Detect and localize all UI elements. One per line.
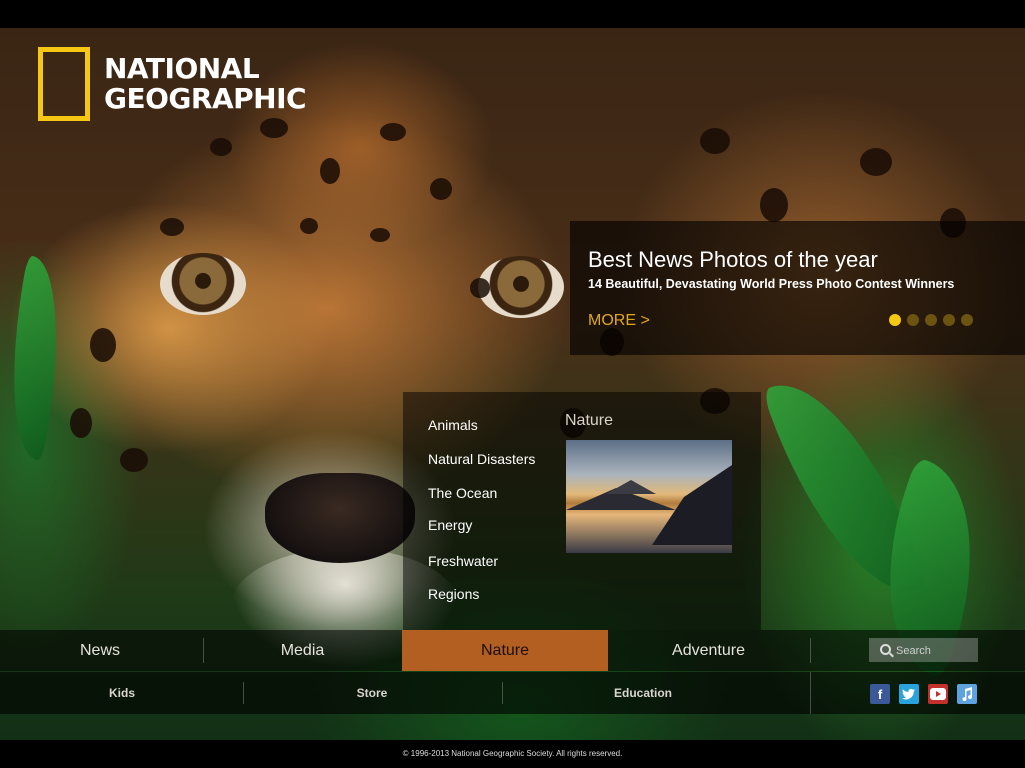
- nature-dropdown-menu: Animals Natural Disasters The Ocean Ener…: [403, 392, 761, 630]
- carousel-dots: [889, 314, 973, 326]
- nature-lake-image[interactable]: [566, 440, 732, 553]
- primary-nav: News Media Nature Adventure: [0, 630, 1025, 671]
- subnav-item-kids[interactable]: Kids: [20, 672, 224, 714]
- menu-item-regions[interactable]: Regions: [428, 586, 479, 602]
- logo-line-1: NATIONAL: [104, 52, 260, 85]
- search-input[interactable]: [894, 642, 976, 660]
- nav-item-nature[interactable]: Nature: [402, 630, 608, 671]
- menu-item-freshwater[interactable]: Freshwater: [428, 553, 498, 569]
- menu-item-natural-disasters[interactable]: Natural Disasters: [428, 451, 535, 467]
- search-icon: [880, 644, 891, 655]
- dropdown-heading: Nature: [565, 412, 614, 429]
- subnav-divider: [502, 682, 503, 704]
- twitter-icon[interactable]: [899, 684, 919, 704]
- yellow-border-icon: [38, 47, 90, 121]
- subnav-item-education[interactable]: Education: [541, 672, 745, 714]
- menu-item-energy[interactable]: Energy: [428, 517, 472, 533]
- youtube-icon[interactable]: [928, 684, 948, 704]
- logo-line-2: GEOGRAPHIC: [104, 82, 307, 115]
- carousel-dot-5[interactable]: [961, 314, 973, 326]
- carousel-dot-4[interactable]: [943, 314, 955, 326]
- carousel-dot-1[interactable]: [889, 314, 901, 326]
- menu-item-animals[interactable]: Animals: [428, 417, 478, 433]
- featured-title[interactable]: Best News Photos of the year: [588, 247, 878, 273]
- secondary-nav: Kids Store Education f: [0, 672, 1025, 714]
- nav-divider: [810, 638, 811, 663]
- more-link[interactable]: MORE >: [588, 312, 650, 330]
- featured-story-panel: Best News Photos of the year 14 Beautifu…: [570, 221, 1025, 355]
- natgeo-logo[interactable]: NATIONAL GEOGRAPHIC: [38, 47, 307, 121]
- itunes-icon[interactable]: [957, 684, 977, 704]
- logo-wordmark: NATIONAL GEOGRAPHIC: [104, 52, 307, 115]
- featured-subtitle: 14 Beautiful, Devastating World Press Ph…: [588, 277, 955, 291]
- copyright-text: © 1996-2013 National Geographic Society.…: [402, 749, 623, 758]
- carousel-dot-2[interactable]: [907, 314, 919, 326]
- subnav-divider: [810, 672, 811, 714]
- search-box[interactable]: [869, 638, 978, 662]
- facebook-icon[interactable]: f: [870, 684, 890, 704]
- footer: © 1996-2013 National Geographic Society.…: [0, 740, 1025, 768]
- carousel-dot-3[interactable]: [925, 314, 937, 326]
- nav-item-news[interactable]: News: [0, 630, 200, 671]
- top-bar: [0, 0, 1025, 28]
- subnav-divider: [243, 682, 244, 704]
- nav-item-adventure[interactable]: Adventure: [608, 630, 809, 671]
- subnav-item-store[interactable]: Store: [270, 672, 474, 714]
- nav-item-media[interactable]: Media: [204, 630, 401, 671]
- menu-item-the-ocean[interactable]: The Ocean: [428, 485, 497, 501]
